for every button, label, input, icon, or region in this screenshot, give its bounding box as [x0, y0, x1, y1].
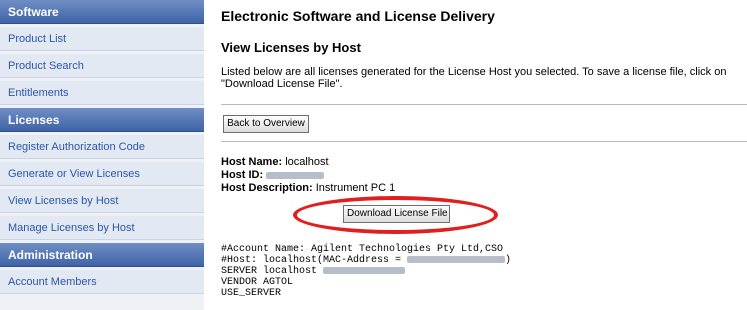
sidebar-section-licenses: Licenses [0, 108, 204, 132]
license-line-server: SERVER localhost [221, 266, 511, 277]
host-name-label: Host Name: [221, 156, 283, 168]
sidebar-section-administration: Administration [0, 243, 204, 267]
license-line-host-suffix: ) [505, 255, 512, 266]
host-id-label: Host ID: [221, 169, 264, 181]
sidebar-item-manage-licenses-by-host[interactable]: Manage Licenses by Host [0, 216, 204, 240]
divider [221, 104, 747, 105]
sidebar-item-view-licenses-by-host[interactable]: View Licenses by Host [0, 189, 204, 213]
host-name-value: localhost [285, 156, 329, 168]
sidebar-item-entitlements[interactable]: Entitlements [0, 81, 204, 105]
host-description-label: Host Description: [221, 182, 313, 194]
sidebar: Software Product List Product Search Ent… [0, 0, 204, 310]
redacted-server-id [323, 266, 406, 274]
page-title: View Licenses by Host [221, 40, 361, 55]
host-id-row: Host ID: [221, 169, 395, 182]
sidebar-item-product-list[interactable]: Product List [0, 27, 204, 51]
back-to-overview-button[interactable]: Back to Overview [223, 115, 309, 133]
license-line-host: #Host: localhost(MAC-Address = ) [221, 255, 511, 266]
app-title: Electronic Software and License Delivery [221, 8, 495, 24]
sidebar-item-generate-or-view-licenses[interactable]: Generate or View Licenses [0, 162, 204, 186]
divider [221, 141, 747, 142]
license-line-server-prefix: SERVER localhost [221, 266, 324, 277]
host-info: Host Name: localhost Host ID: Host Descr… [221, 156, 395, 195]
license-line-vendor: VENDOR AGTOL [221, 277, 294, 288]
redacted-mac-address [407, 255, 506, 263]
host-description-row: Host Description: Instrument PC 1 [221, 182, 395, 195]
host-description-value: Instrument PC 1 [315, 182, 396, 194]
sidebar-item-account-members[interactable]: Account Members [0, 270, 204, 294]
license-file-content: #Account Name: Agilent Technologies Pty … [221, 244, 511, 299]
sidebar-item-register-authorization-code[interactable]: Register Authorization Code [0, 135, 204, 159]
page: Software Product List Product Search Ent… [0, 0, 747, 310]
license-line-account: #Account Name: Agilent Technologies Pty … [221, 244, 504, 255]
license-line-host-prefix: #Host: localhost(MAC-Address = [221, 255, 408, 266]
sidebar-item-product-search[interactable]: Product Search [0, 54, 204, 78]
license-line-use-server: USE_SERVER [221, 288, 282, 299]
host-name-row: Host Name: localhost [221, 156, 395, 169]
intro-text: Listed below are all licenses generated … [221, 66, 727, 90]
redacted-host-id [266, 171, 325, 179]
main-content: Electronic Software and License Delivery… [221, 0, 747, 310]
sidebar-section-software: Software [0, 0, 204, 24]
highlight-ellipse [293, 196, 498, 234]
